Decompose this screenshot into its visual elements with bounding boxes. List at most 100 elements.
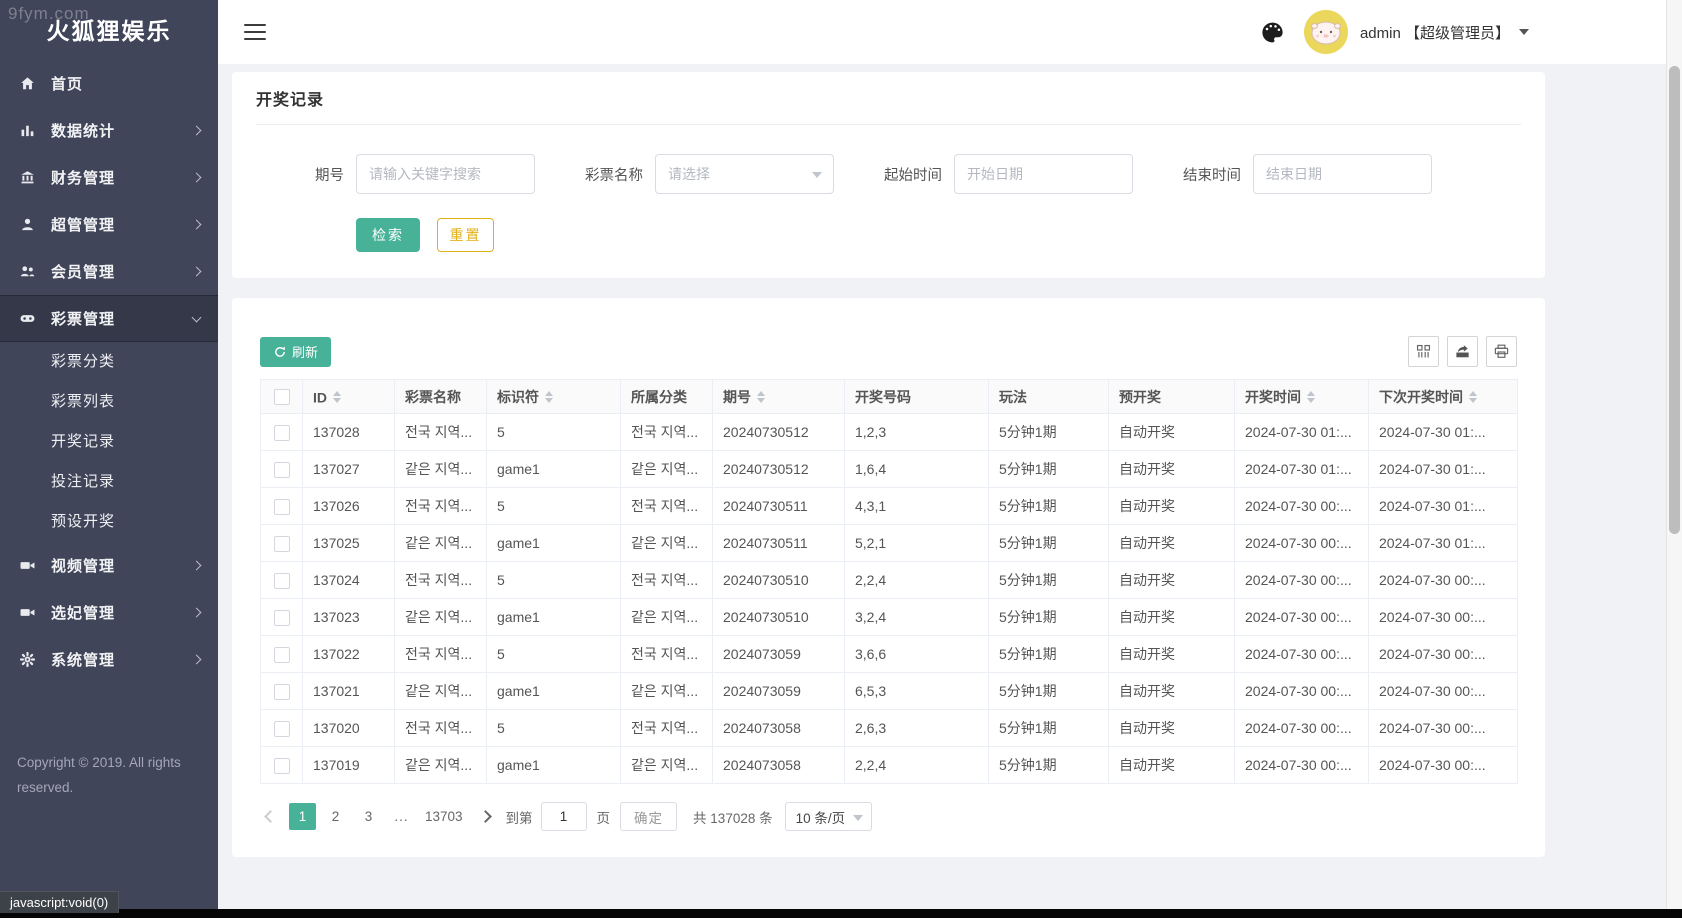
- row-checkbox[interactable]: [274, 684, 290, 700]
- bar-chart-icon: [18, 122, 36, 140]
- sidebar-item-home[interactable]: 首页: [0, 60, 218, 107]
- gear-icon: [18, 651, 36, 669]
- sidebar-subitem-bet-records[interactable]: 投注记录: [0, 462, 218, 502]
- search-button[interactable]: 检索: [356, 218, 420, 252]
- sidebar-item-statistics[interactable]: 数据统计: [0, 107, 218, 154]
- issue-search-input[interactable]: [356, 154, 535, 194]
- table-toolbar: 刷新: [260, 336, 1517, 367]
- select-caret-icon: [853, 815, 863, 821]
- select-all-checkbox[interactable]: [274, 389, 290, 405]
- cell-identifier: game1: [487, 673, 621, 710]
- row-checkbox[interactable]: [274, 647, 290, 663]
- start-date-input[interactable]: [954, 154, 1133, 194]
- cell-draw-time: 2024-07-30 01:...: [1235, 451, 1369, 488]
- cell-draw-time: 2024-07-30 00:...: [1235, 525, 1369, 562]
- menu-toggle-icon[interactable]: [244, 19, 266, 45]
- watermark: 9fym.com: [8, 4, 90, 24]
- page-button[interactable]: 13703: [421, 803, 467, 830]
- current-user-label[interactable]: admin 【超级管理员】: [1360, 22, 1510, 43]
- column-header-identifier[interactable]: 标识符: [487, 380, 621, 414]
- reset-button[interactable]: 重置: [437, 218, 494, 252]
- cell-category: 전국 지역...: [621, 414, 713, 451]
- row-checkbox[interactable]: [274, 425, 290, 441]
- sort-icon[interactable]: [333, 391, 341, 403]
- sidebar-item-concubine[interactable]: 选妃管理: [0, 589, 218, 636]
- export-icon[interactable]: [1447, 336, 1478, 367]
- cell-lottery-name: 같은 지역...: [395, 599, 487, 636]
- row-checkbox[interactable]: [274, 610, 290, 626]
- sidebar-item-finance[interactable]: 财务管理: [0, 154, 218, 201]
- end-date-input[interactable]: [1253, 154, 1432, 194]
- sidebar-subitem-draw-records[interactable]: 开奖记录: [0, 422, 218, 462]
- row-select-cell: [261, 451, 303, 488]
- column-header-next-draw-time[interactable]: 下次开奖时间: [1369, 380, 1518, 414]
- column-header-id[interactable]: ID: [303, 380, 395, 414]
- sidebar-item-label: 会员管理: [51, 261, 115, 282]
- row-checkbox[interactable]: [274, 721, 290, 737]
- sidebar-item-video[interactable]: 视频管理: [0, 542, 218, 589]
- user-avatar[interactable]: [1304, 10, 1348, 54]
- sort-icon[interactable]: [1307, 391, 1315, 403]
- table-row: 137022전국 지역...5전국 지역...20240730593,6,65分…: [261, 636, 1518, 673]
- sidebar-subitem-preset-draw[interactable]: 预设开奖: [0, 502, 218, 542]
- next-page-icon[interactable]: [479, 810, 492, 823]
- sidebar-item-system[interactable]: 系统管理: [0, 636, 218, 683]
- cell-pre-draw: 自动开奖: [1109, 599, 1235, 636]
- cell-next-draw-time: 2024-07-30 00:...: [1369, 673, 1518, 710]
- column-header-pre-draw: 预开奖: [1109, 380, 1235, 414]
- filter-columns-icon[interactable]: [1408, 336, 1439, 367]
- cell-draw-numbers: 2,2,4: [845, 747, 989, 784]
- sidebar-item-lottery[interactable]: 彩票管理: [0, 295, 218, 342]
- cell-play-type: 5分钟1期: [989, 562, 1109, 599]
- page-button[interactable]: 3: [355, 803, 382, 830]
- sidebar-item-label: 首页: [51, 73, 83, 94]
- row-checkbox[interactable]: [274, 536, 290, 552]
- goto-page-input[interactable]: [541, 802, 587, 831]
- column-header-play-type: 玩法: [989, 380, 1109, 414]
- refresh-button[interactable]: 刷新: [260, 337, 331, 367]
- vertical-scrollbar[interactable]: [1666, 0, 1682, 909]
- print-icon[interactable]: [1486, 336, 1517, 367]
- cell-draw-numbers: 4,3,1: [845, 488, 989, 525]
- goto-confirm-button[interactable]: 确定: [620, 802, 677, 831]
- sidebar-item-members[interactable]: 会员管理: [0, 248, 218, 295]
- user-menu-caret-icon[interactable]: [1519, 29, 1529, 35]
- sort-icon[interactable]: [757, 391, 765, 403]
- row-checkbox[interactable]: [274, 462, 290, 478]
- scrollbar-thumb[interactable]: [1669, 66, 1680, 534]
- theme-palette-icon[interactable]: [1260, 19, 1286, 45]
- sidebar-item-super-admin[interactable]: 超管管理: [0, 201, 218, 248]
- cell-category: 같은 지역...: [621, 525, 713, 562]
- page-button[interactable]: 1: [289, 803, 316, 830]
- cell-pre-draw: 自动开奖: [1109, 562, 1235, 599]
- cell-play-type: 5分钟1期: [989, 599, 1109, 636]
- sort-icon[interactable]: [545, 391, 553, 403]
- cell-lottery-name: 전국 지역...: [395, 710, 487, 747]
- sidebar-subitem-lottery-category[interactable]: 彩票分类: [0, 342, 218, 382]
- column-header-category: 所属分类: [621, 380, 713, 414]
- filter-buttons: 检索 重置: [256, 218, 1521, 252]
- cell-issue: 20240730512: [713, 451, 845, 488]
- row-checkbox[interactable]: [274, 499, 290, 515]
- page-button[interactable]: 2: [322, 803, 349, 830]
- column-header-issue[interactable]: 期号: [713, 380, 845, 414]
- cell-issue: 20240730512: [713, 414, 845, 451]
- main-area: admin 【超级管理员】 开奖记录 期号 彩票名称: [218, 0, 1666, 909]
- row-checkbox[interactable]: [274, 758, 290, 774]
- lottery-name-select[interactable]: 请选择: [655, 154, 834, 194]
- sidebar-subitem-lottery-list[interactable]: 彩票列表: [0, 382, 218, 422]
- cell-category: 전국 지역...: [621, 488, 713, 525]
- user-icon: [18, 216, 36, 234]
- pagination: 123...13703 到第 页 确定 共 137028 条 10 条/页: [260, 802, 1517, 831]
- cell-draw-time: 2024-07-30 00:...: [1235, 636, 1369, 673]
- sort-icon[interactable]: [1469, 391, 1477, 403]
- column-header-draw-time[interactable]: 开奖时间: [1235, 380, 1369, 414]
- cell-pre-draw: 自动开奖: [1109, 636, 1235, 673]
- select-caret-icon: [812, 172, 822, 178]
- page-size-select[interactable]: 10 条/页: [785, 802, 873, 831]
- prev-page-icon[interactable]: [264, 810, 277, 823]
- refresh-label: 刷新: [292, 342, 318, 361]
- row-checkbox[interactable]: [274, 573, 290, 589]
- cell-identifier: 5: [487, 636, 621, 673]
- end-time-label: 结束时间: [1153, 164, 1241, 185]
